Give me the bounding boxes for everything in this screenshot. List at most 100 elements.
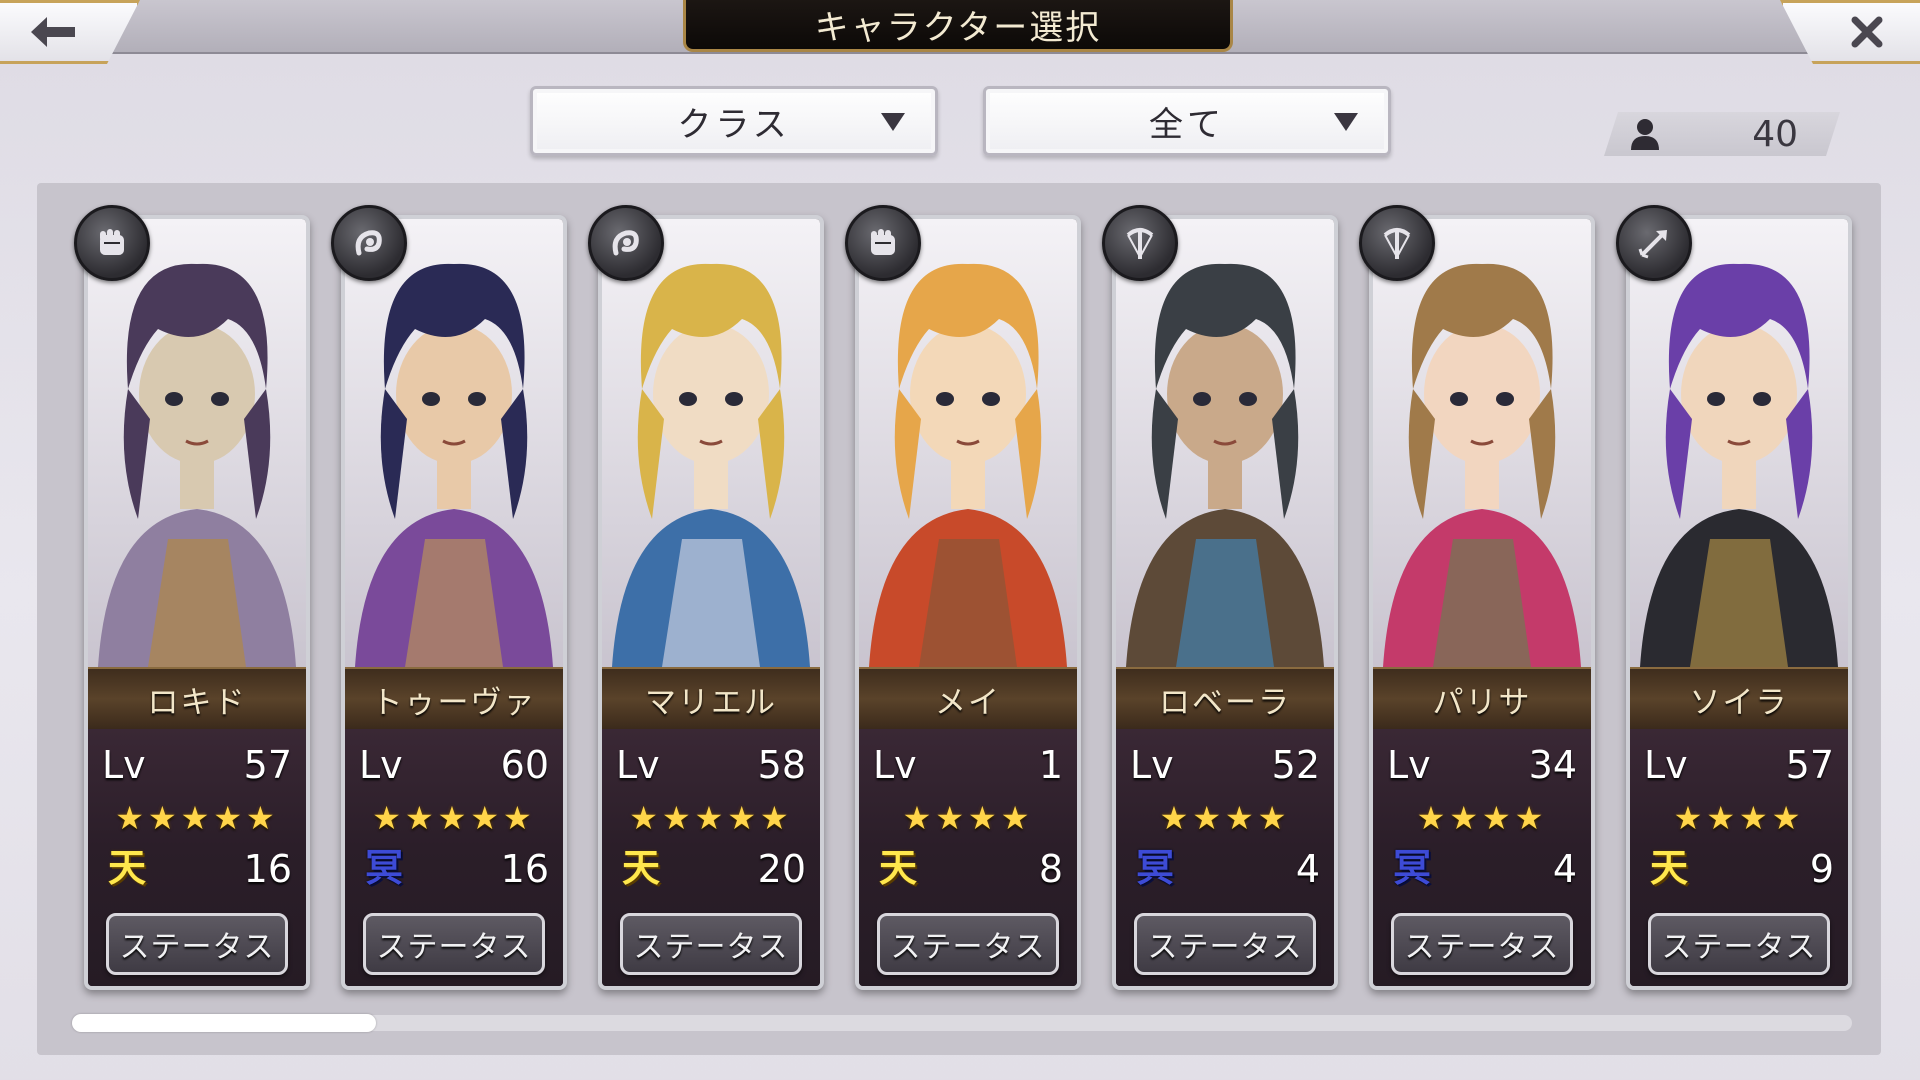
level-row: Lv 34: [1387, 743, 1577, 789]
status-button[interactable]: ステータス: [1134, 913, 1316, 975]
level-row: Lv 57: [102, 743, 292, 789]
name-band: ロキド: [88, 667, 306, 731]
attribute-row: 天 16: [104, 845, 292, 897]
crossbow-icon: [1359, 205, 1435, 281]
attribute-row: 天 20: [618, 845, 806, 897]
status-button-label: ステータス: [1404, 930, 1560, 965]
chevron-down-icon: [881, 113, 905, 131]
page-title: キャラクター選択: [814, 8, 1102, 48]
attribute-badge: 天: [621, 845, 660, 890]
character-card[interactable]: ソイラ Lv 57 ★★★★ 天 9 ステータス: [1626, 215, 1852, 990]
status-button-label: ステータス: [376, 930, 532, 965]
attribute-row: 冥4: [1132, 845, 1320, 897]
status-button-label: ステータス: [633, 930, 789, 965]
level-label: Lv: [102, 743, 146, 787]
level-label: Lv: [873, 743, 917, 787]
rarity-stars: ★★★★: [902, 799, 1034, 837]
character-portrait: [1630, 219, 1848, 667]
character-card[interactable]: パリサ Lv 34 ★★★★ 冥 4 ステータス: [1369, 215, 1595, 990]
spirit-hand-icon: [331, 205, 407, 281]
character-card[interactable]: メイ Lv 1 ★★★★ 天 8 ステータス: [855, 215, 1081, 990]
stats-area: Lv 34 ★★★★ 冥 4 ステータス: [1373, 729, 1591, 986]
status-button[interactable]: ステータス: [1391, 913, 1573, 975]
stats-area: Lv 52 ★★★★ 冥 4 ステータス: [1116, 729, 1334, 986]
attribute-row: 冥 16: [361, 845, 549, 897]
attribute-badge: 冥: [364, 845, 403, 890]
level-row: Lv 1: [873, 743, 1063, 789]
character-count-box: 40: [1604, 112, 1840, 156]
level-value: 57: [1785, 743, 1834, 787]
attribute-badge: 冥: [1392, 845, 1431, 890]
character-portrait: [602, 219, 820, 667]
character-portrait: [88, 219, 306, 667]
stats-area: Lv 57 ★★★★ 天 9 ステータス: [1630, 729, 1848, 986]
class-filter-dropdown[interactable]: クラス: [530, 86, 938, 156]
back-button[interactable]: [0, 0, 140, 64]
character-name: ロベーラ: [1159, 684, 1291, 721]
name-band: マリエル: [602, 667, 820, 731]
name-band: ソイラ: [1630, 667, 1848, 731]
crossbow-icon: [1102, 205, 1178, 281]
level-label: Lv: [1387, 743, 1431, 787]
attribute-row: 天8: [875, 845, 1063, 897]
back-arrow-icon: [31, 17, 75, 47]
rarity-stars: ★★★★★: [115, 799, 279, 837]
status-button[interactable]: ステータス: [1648, 913, 1830, 975]
scope-filter-dropdown[interactable]: 全て: [983, 86, 1391, 156]
level-label: Lv: [359, 743, 403, 787]
character-name: ロキド: [147, 684, 247, 721]
status-button-label: ステータス: [119, 930, 275, 965]
spirit-hand-icon: [588, 205, 664, 281]
level-label: Lv: [616, 743, 660, 787]
character-name: マリエル: [645, 684, 777, 721]
fist-icon: [74, 205, 150, 281]
attribute-value: 16: [500, 847, 549, 891]
status-button[interactable]: ステータス: [106, 913, 288, 975]
attribute-value: 20: [757, 847, 806, 891]
attribute-row: 冥4: [1389, 845, 1577, 897]
status-button[interactable]: ステータス: [620, 913, 802, 975]
attribute-value: 4: [1295, 847, 1320, 891]
character-name: パリサ: [1432, 684, 1532, 721]
person-icon: [1630, 118, 1660, 150]
status-button[interactable]: ステータス: [877, 913, 1059, 975]
attribute-value: 8: [1038, 847, 1063, 891]
character-name: ソイラ: [1689, 684, 1789, 721]
character-card[interactable]: マリエル Lv 58 ★★★★★ 天 20 ステータス: [598, 215, 824, 990]
status-button-label: ステータス: [890, 930, 1046, 965]
fist-icon: [845, 205, 921, 281]
stats-area: Lv 1 ★★★★ 天 8 ステータス: [859, 729, 1077, 986]
attribute-badge: 天: [1649, 845, 1688, 890]
character-portrait: [1373, 219, 1591, 667]
name-band: メイ: [859, 667, 1077, 731]
attribute-value: 16: [243, 847, 292, 891]
rarity-stars: ★★★★: [1673, 799, 1805, 837]
attribute-badge: 冥: [1135, 845, 1174, 890]
close-button[interactable]: [1780, 0, 1920, 64]
class-filter-label: クラス: [677, 104, 791, 145]
character-card[interactable]: ロベーラ Lv 52 ★★★★ 冥 4 ステータス: [1112, 215, 1338, 990]
rarity-stars: ★★★★: [1416, 799, 1548, 837]
rarity-stars: ★★★★★: [372, 799, 536, 837]
level-row: Lv 58: [616, 743, 806, 789]
level-value: 58: [757, 743, 806, 787]
level-value: 60: [500, 743, 549, 787]
scroll-thumb[interactable]: [72, 1014, 376, 1032]
level-value: 1: [1038, 743, 1063, 787]
level-value: 57: [243, 743, 292, 787]
attribute-badge: 天: [107, 845, 146, 890]
level-label: Lv: [1644, 743, 1688, 787]
character-portrait: [1116, 219, 1334, 667]
stats-area: Lv 60 ★★★★★ 冥 16 ステータス: [345, 729, 563, 986]
character-card[interactable]: トゥーヴァ Lv 60 ★★★★★ 冥 16 ステータス: [341, 215, 567, 990]
status-button[interactable]: ステータス: [363, 913, 545, 975]
name-band: ロベーラ: [1116, 667, 1334, 731]
attribute-value: 4: [1552, 847, 1577, 891]
character-portrait: [345, 219, 563, 667]
character-card[interactable]: ロキド Lv 57 ★★★★★ 天 16 ステータス: [84, 215, 310, 990]
chevron-down-icon: [1334, 113, 1358, 131]
level-value: 52: [1271, 743, 1320, 787]
level-value: 34: [1528, 743, 1577, 787]
character-name: トゥーヴァ: [371, 684, 537, 721]
level-row: Lv 57: [1644, 743, 1834, 789]
